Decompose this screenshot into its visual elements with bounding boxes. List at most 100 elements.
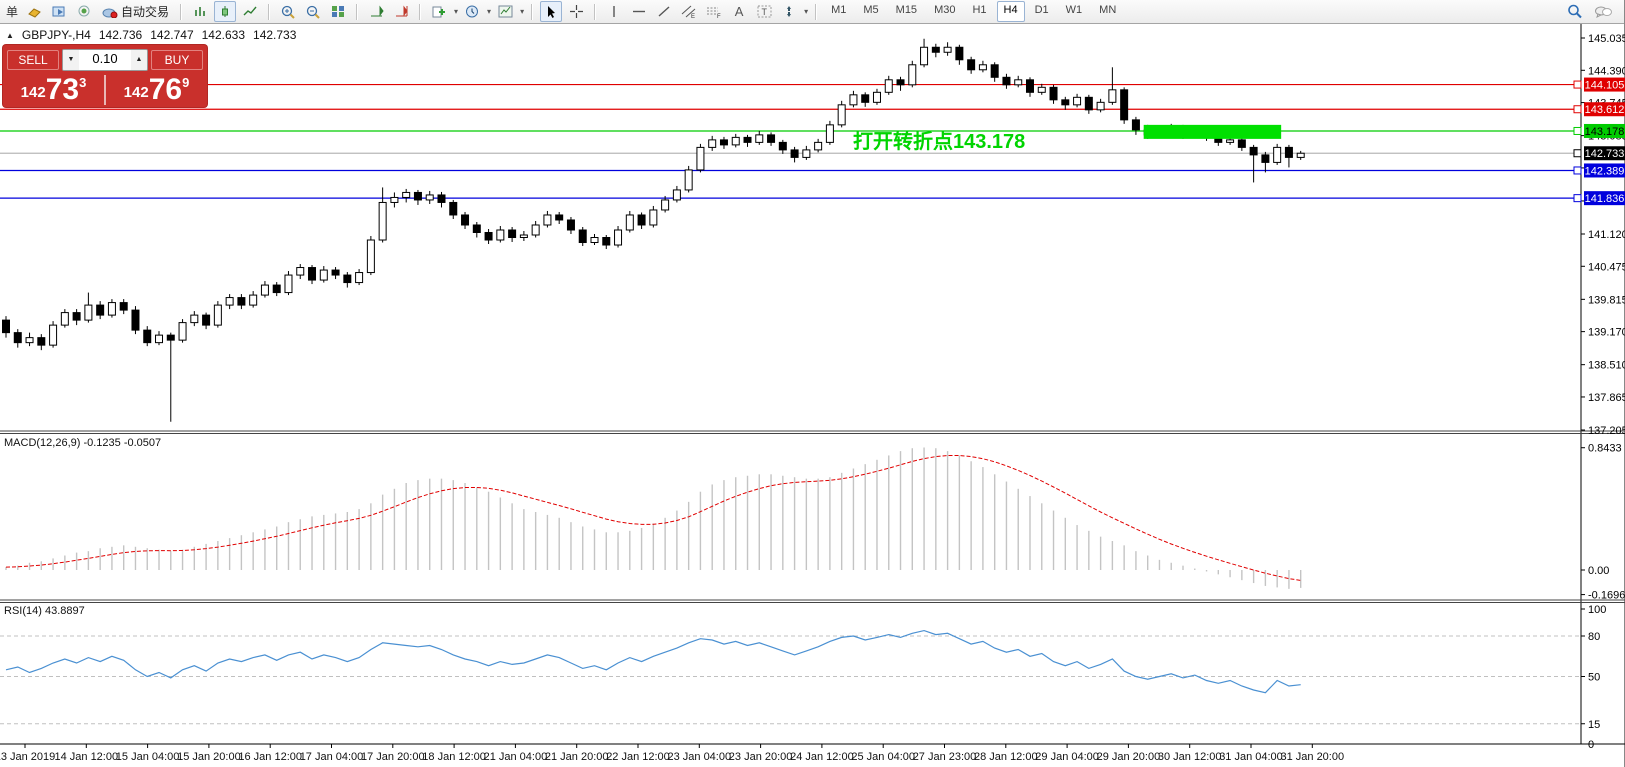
fibonacci-tool-icon[interactable]: F: [703, 1, 725, 22]
time-axis-label: 15 Jan 04:00: [116, 751, 180, 763]
templates-dropdown-arrow[interactable]: ▾: [520, 7, 524, 16]
candle: [26, 338, 33, 343]
timeframe-m5[interactable]: M5: [856, 1, 885, 22]
candle: [367, 240, 374, 273]
timeframe-d1[interactable]: D1: [1028, 1, 1056, 22]
zoom-in-icon[interactable]: [277, 1, 299, 22]
volume-decrease-button[interactable]: ▼: [63, 50, 79, 70]
time-axis-label: 21 Jan 20:00: [545, 751, 609, 763]
candle: [591, 238, 598, 243]
indicators-icon[interactable]: [428, 1, 450, 22]
buy-price[interactable]: 142769: [106, 73, 207, 107]
zoom-out-icon[interactable]: [302, 1, 324, 22]
price-axis-tick: 139.170: [1588, 327, 1625, 339]
timeframe-m30[interactable]: M30: [927, 1, 962, 22]
level-end-marker[interactable]: [1574, 81, 1581, 88]
pivot-annotation-text[interactable]: 打开转折点143.178: [853, 125, 1025, 154]
time-axis-label: 15 Jan 20:00: [177, 751, 241, 763]
candle: [1250, 147, 1257, 155]
candle: [897, 80, 904, 85]
chat-icon[interactable]: [1592, 1, 1614, 22]
rsi-indicator-label: RSI(14) 43.8897: [4, 605, 85, 617]
chart-shift-icon[interactable]: [390, 1, 412, 22]
tile-windows-icon[interactable]: [327, 1, 349, 22]
arrows-tool-icon[interactable]: [778, 1, 800, 22]
time-axis-label: 23 Jan 20:00: [729, 751, 793, 763]
bar-chart-icon[interactable]: [189, 1, 211, 22]
level-end-marker[interactable]: [1574, 106, 1581, 113]
price-level-label: 142.733: [1585, 148, 1625, 160]
horizontal-line-tool-icon[interactable]: [628, 1, 650, 22]
pivot-zone-rect[interactable]: [1144, 125, 1281, 139]
collapse-panel-arrow[interactable]: ▲: [6, 31, 14, 40]
candle: [791, 150, 798, 158]
candle: [944, 47, 951, 52]
level-end-marker[interactable]: [1574, 150, 1581, 157]
candle: [909, 65, 916, 85]
equidistant-channel-tool-icon[interactable]: E: [678, 1, 700, 22]
candle: [1297, 153, 1304, 157]
level-end-marker[interactable]: [1574, 167, 1581, 174]
volume-input[interactable]: [79, 51, 131, 66]
time-axis-label: 17 Jan 20:00: [361, 751, 425, 763]
candle: [885, 80, 892, 93]
symbol-timeframe-label: GBPJPY-,H4: [22, 28, 91, 42]
candle: [779, 142, 786, 150]
profiles-icon[interactable]: [48, 1, 70, 22]
autotrading-button[interactable]: 自动交易: [98, 2, 173, 21]
arrows-dropdown-arrow[interactable]: ▾: [804, 7, 808, 16]
candle: [309, 268, 316, 281]
candle: [3, 320, 10, 333]
candle: [873, 92, 880, 102]
candle: [662, 200, 669, 210]
timeframe-mn[interactable]: MN: [1092, 1, 1123, 22]
timeframe-w1[interactable]: W1: [1059, 1, 1090, 22]
new-order-partial-label[interactable]: 单: [4, 3, 20, 20]
toolbar-separator: [594, 4, 596, 20]
candlestick-chart-icon[interactable]: [214, 1, 236, 22]
vertical-line-tool-icon[interactable]: [603, 1, 625, 22]
periods-dropdown-arrow[interactable]: ▾: [487, 7, 491, 16]
sell-price[interactable]: 142733: [3, 73, 104, 107]
time-axis-label: 22 Jan 12:00: [606, 751, 670, 763]
timeframe-m15[interactable]: M15: [889, 1, 924, 22]
candle: [120, 303, 127, 311]
rsi-axis-tick: 50: [1588, 672, 1600, 684]
cursor-icon[interactable]: [540, 1, 562, 22]
buy-button[interactable]: BUY: [151, 50, 203, 70]
text-label-tool-icon[interactable]: T: [753, 1, 775, 22]
level-end-marker[interactable]: [1574, 127, 1581, 134]
candle: [1062, 100, 1069, 105]
price-axis-tick: 137.205: [1588, 425, 1625, 437]
timeframe-h1[interactable]: H1: [965, 1, 993, 22]
candle: [473, 225, 480, 233]
toolbar: 单 自动交易 ▾ ▾ ▾: [0, 0, 1624, 24]
candle: [132, 310, 139, 330]
search-icon[interactable]: [1564, 1, 1586, 22]
candle: [673, 190, 680, 200]
level-end-marker[interactable]: [1574, 195, 1581, 202]
sell-button[interactable]: SELL: [7, 50, 59, 70]
line-chart-icon[interactable]: [239, 1, 261, 22]
new-order-icon[interactable]: [23, 1, 45, 22]
text-tool-icon[interactable]: A: [728, 1, 750, 22]
periods-icon[interactable]: [461, 1, 483, 22]
signals-icon[interactable]: [73, 1, 95, 22]
timeframe-m1[interactable]: M1: [824, 1, 853, 22]
crosshair-icon[interactable]: [565, 1, 587, 22]
time-axis-label: 17 Jan 04:00: [300, 751, 364, 763]
mt4-window: { "toolbar": { "partial_label": "单", "au…: [0, 0, 1625, 767]
candle: [179, 323, 186, 341]
timeframe-h4[interactable]: H4: [997, 1, 1025, 22]
volume-increase-button[interactable]: ▲: [131, 50, 147, 70]
indicators-dropdown-arrow[interactable]: ▾: [454, 7, 458, 16]
trendline-tool-icon[interactable]: [653, 1, 675, 22]
candle: [97, 305, 104, 315]
chart-area[interactable]: 145.035144.390143.745143.085142.440141.7…: [0, 0, 1625, 767]
candle: [497, 230, 504, 240]
templates-icon[interactable]: [494, 1, 516, 22]
candle: [826, 125, 833, 143]
time-axis-label: 23 Jan 04:00: [667, 751, 731, 763]
autoscroll-icon[interactable]: [365, 1, 387, 22]
candle: [1121, 90, 1128, 120]
